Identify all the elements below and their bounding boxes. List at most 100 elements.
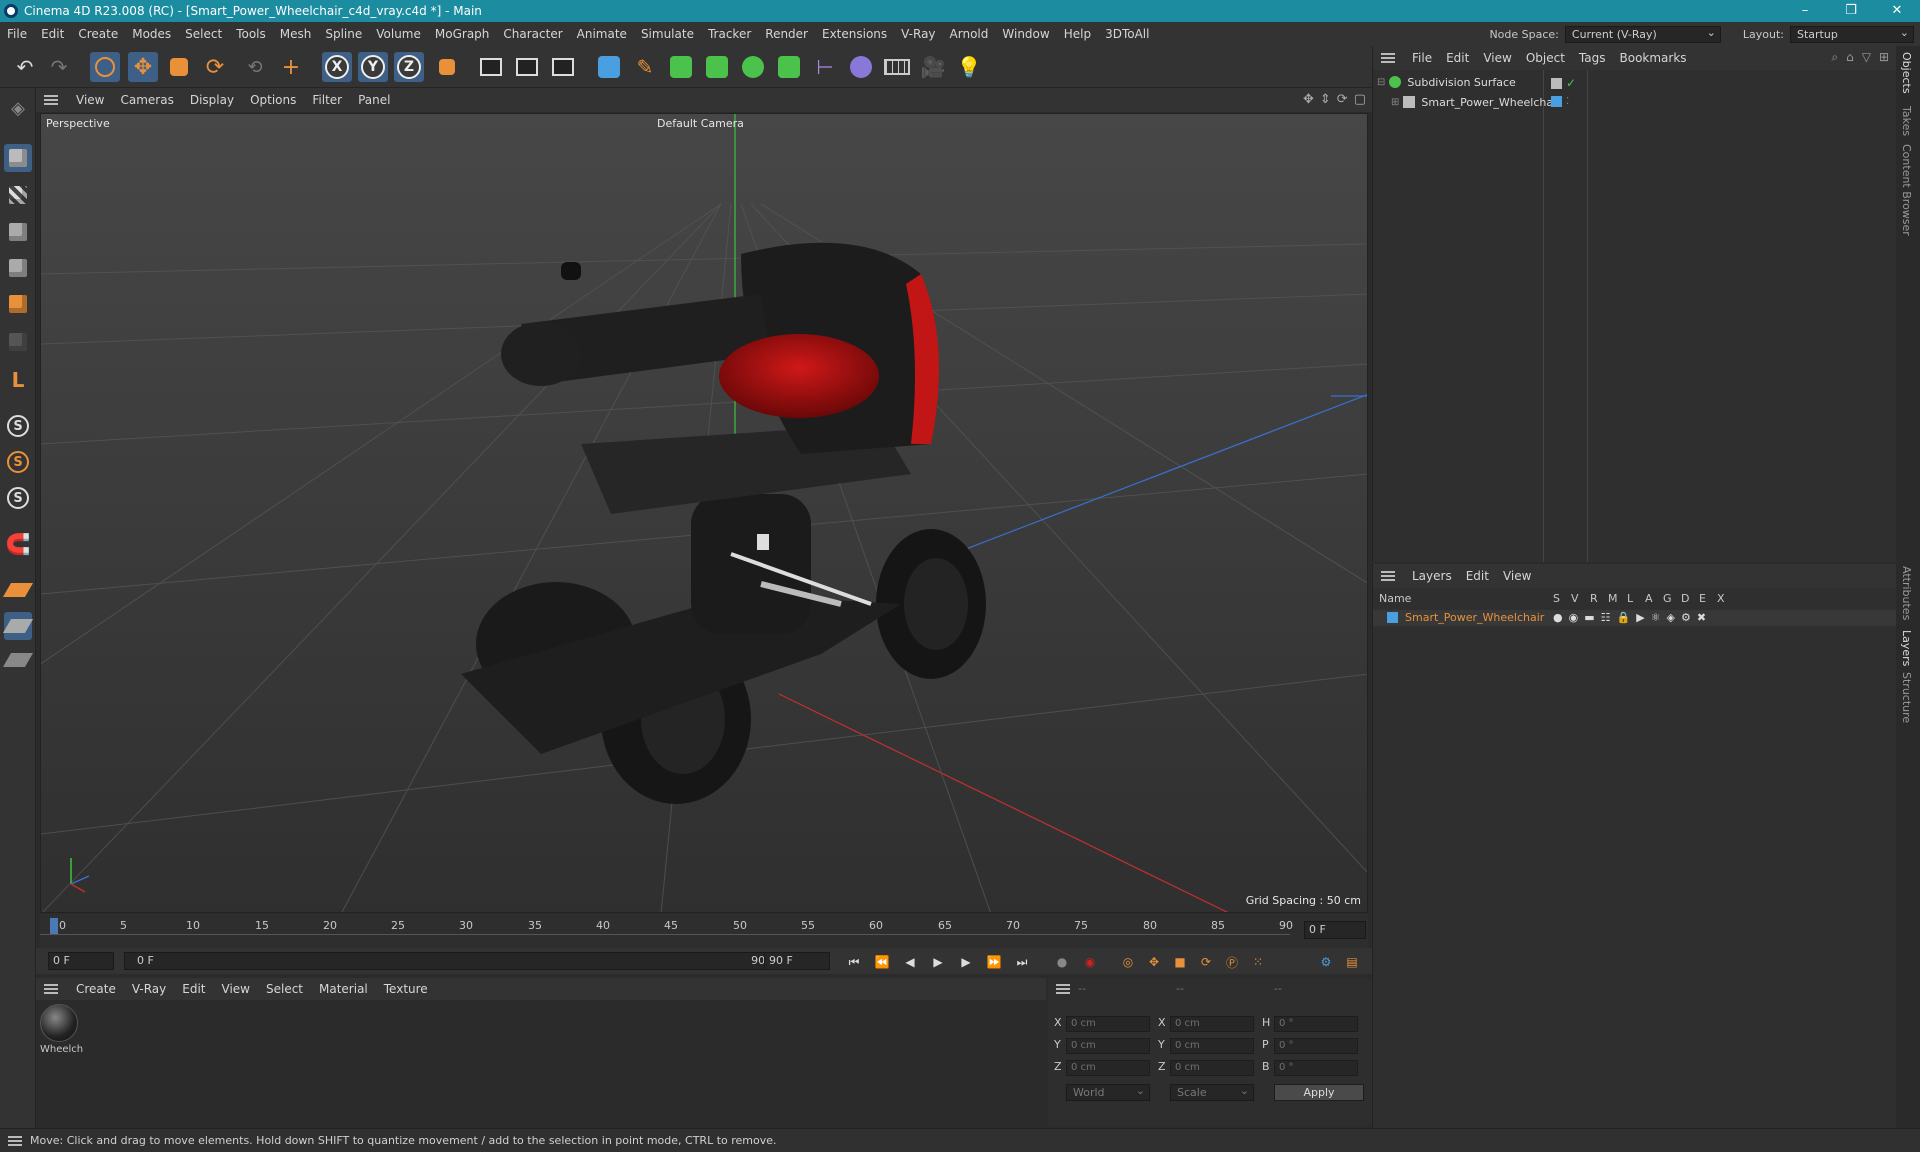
expand-toggle-icon[interactable]: ⊞ (1391, 97, 1399, 108)
generator-icon[interactable]: ⚛ (1651, 611, 1661, 624)
move-tool-button[interactable]: ✥ (128, 52, 158, 82)
snap-button-3[interactable]: S (4, 484, 32, 512)
z-axis-button[interactable]: Z (394, 52, 424, 82)
object-menu-file[interactable]: File (1405, 51, 1439, 65)
grid-plane-button-2[interactable] (2, 612, 34, 640)
menu-simulate[interactable]: Simulate (634, 27, 701, 41)
object-menu-tags[interactable]: Tags (1572, 51, 1613, 65)
make-editable-button[interactable]: ◈ (4, 94, 32, 122)
object-menu-object[interactable]: Object (1519, 51, 1572, 65)
minimize-button[interactable]: – (1782, 0, 1828, 22)
rot-p-field[interactable]: 0 ° (1274, 1038, 1358, 1054)
material-menu-select[interactable]: Select (258, 982, 311, 996)
home-icon[interactable]: ⌂ (1846, 50, 1854, 65)
redo-button[interactable]: ↷ (44, 52, 74, 82)
render-icon[interactable]: ▬ (1584, 611, 1594, 624)
layer-col-s[interactable]: S (1553, 592, 1560, 605)
subdivision-surface-button[interactable] (666, 52, 696, 82)
render-view-button[interactable] (476, 52, 506, 82)
pos-z-field[interactable]: 0 cm (1066, 1060, 1150, 1076)
visible-eye-icon[interactable]: ◉ (1569, 611, 1579, 624)
side-tab-structure[interactable]: Structure (1900, 672, 1913, 723)
workplane-button[interactable]: L (4, 366, 32, 394)
cube-object-button[interactable] (594, 52, 624, 82)
menu-edit[interactable]: Edit (34, 27, 71, 41)
object-menu-icon[interactable] (1381, 53, 1395, 63)
material-manager-area[interactable]: Wheelch (36, 1000, 1046, 1126)
layer-menu-layers[interactable]: Layers (1405, 569, 1459, 583)
pos-x-field[interactable]: 0 cm (1066, 1016, 1150, 1032)
motion-recording-button[interactable]: ⚙ (1316, 952, 1336, 972)
viewport-zoom-icon[interactable]: ⇕ (1320, 92, 1331, 107)
polygons-mode-button[interactable] (4, 290, 32, 318)
previous-key-button[interactable]: ⏪ (872, 952, 892, 972)
x-axis-button[interactable]: X (322, 52, 352, 82)
timeline-playhead[interactable] (50, 918, 58, 934)
viewport-pan-icon[interactable]: ✥ (1303, 92, 1314, 107)
position-key-button[interactable]: ✥ (1144, 952, 1164, 972)
menu-tools[interactable]: Tools (229, 27, 273, 41)
rot-b-field[interactable]: 0 ° (1274, 1060, 1358, 1076)
autokey-button[interactable]: ◉ (1080, 952, 1100, 972)
pos-y-field[interactable]: 0 cm (1066, 1038, 1150, 1054)
viewport-maximize-icon[interactable]: ▢ (1354, 92, 1366, 107)
menu-modes[interactable]: Modes (125, 27, 178, 41)
model-mode-button[interactable] (4, 144, 32, 172)
viewport-rotate-icon[interactable]: ⟳ (1337, 92, 1348, 107)
layer-col-x[interactable]: X (1717, 592, 1725, 605)
layer-menu-icon[interactable] (1381, 571, 1395, 581)
layer-col-g[interactable]: G (1663, 592, 1672, 605)
layer-col-r[interactable]: R (1590, 592, 1598, 605)
filter-icon[interactable]: ▽ (1862, 50, 1871, 65)
layer-row[interactable]: Smart_Power_Wheelchair ● ◉ ▬ ☷ 🔒 ▶ ⚛ ◈ ⚙… (1373, 610, 1897, 626)
rotation-key-button[interactable]: ⟳ (1196, 952, 1216, 972)
play-button[interactable]: ▶ (928, 952, 948, 972)
side-tab-attributes[interactable]: Attributes (1900, 566, 1913, 620)
layer-col-e[interactable]: E (1699, 592, 1706, 605)
solo-icon[interactable]: ● (1553, 611, 1563, 624)
undo-button[interactable]: ↶ (10, 52, 40, 82)
object-row-subdivision[interactable]: ⊟ Subdivision Surface (1377, 74, 1516, 90)
layer-col-a[interactable]: A (1645, 592, 1653, 605)
end-frame-field[interactable]: 90 F (764, 952, 830, 970)
render-settings-button[interactable] (548, 52, 578, 82)
coordinates-menu-icon[interactable] (1056, 984, 1070, 994)
layer-col-v[interactable]: V (1571, 592, 1579, 605)
search-icon[interactable]: ⌕ (1831, 50, 1838, 65)
timeline-button[interactable]: ▤ (1342, 952, 1362, 972)
grid-plane-button[interactable] (2, 576, 34, 604)
transform-mode-dropdown[interactable]: Scale (1170, 1083, 1254, 1101)
menu-select[interactable]: Select (178, 27, 229, 41)
scale-tool-button[interactable] (164, 52, 194, 82)
render-to-picture-viewer-button[interactable] (512, 52, 542, 82)
menu-mesh[interactable]: Mesh (273, 27, 319, 41)
magnet-button[interactable]: 🧲 (4, 530, 32, 558)
menu-arnold[interactable]: Arnold (943, 27, 996, 41)
status-menu-icon[interactable] (8, 1135, 22, 1146)
material-item[interactable]: Wheelch (40, 1004, 83, 1060)
layer-col-d[interactable]: D (1681, 592, 1689, 605)
close-button[interactable]: ✕ (1874, 0, 1920, 22)
coordinate-mode-dropdown[interactable]: World (1066, 1083, 1150, 1101)
node-space-dropdown[interactable]: Current (V-Ray) (1564, 25, 1721, 43)
viewport-menu-filter[interactable]: Filter (304, 93, 350, 107)
timeline-ruler[interactable]: 0 5 10 15 20 25 30 35 40 45 50 55 60 65 … (40, 914, 1368, 950)
manager-icon[interactable]: ☷ (1601, 611, 1611, 624)
uv-mode-button[interactable] (4, 328, 32, 356)
layer-menu-view[interactable]: View (1496, 569, 1538, 583)
layer-color-swatch[interactable] (1387, 612, 1398, 623)
menu-character[interactable]: Character (496, 27, 569, 41)
side-tab-layers[interactable]: Layers (1900, 630, 1913, 666)
deformer-button[interactable]: ⊢ (810, 52, 840, 82)
object-menu-view[interactable]: View (1476, 51, 1518, 65)
menu-volume[interactable]: Volume (369, 27, 428, 41)
menu-extensions[interactable]: Extensions (815, 27, 894, 41)
object-menu-edit[interactable]: Edit (1439, 51, 1476, 65)
deformer-icon[interactable]: ◈ (1667, 611, 1675, 624)
material-menu-view[interactable]: View (214, 982, 258, 996)
menu-tracker[interactable]: Tracker (701, 27, 758, 41)
snap-button-1[interactable]: S (4, 412, 32, 440)
side-tab-content-browser[interactable]: Content Browser (1900, 144, 1913, 236)
texture-mode-button[interactable] (4, 181, 32, 209)
menu-file[interactable]: File (0, 27, 34, 41)
